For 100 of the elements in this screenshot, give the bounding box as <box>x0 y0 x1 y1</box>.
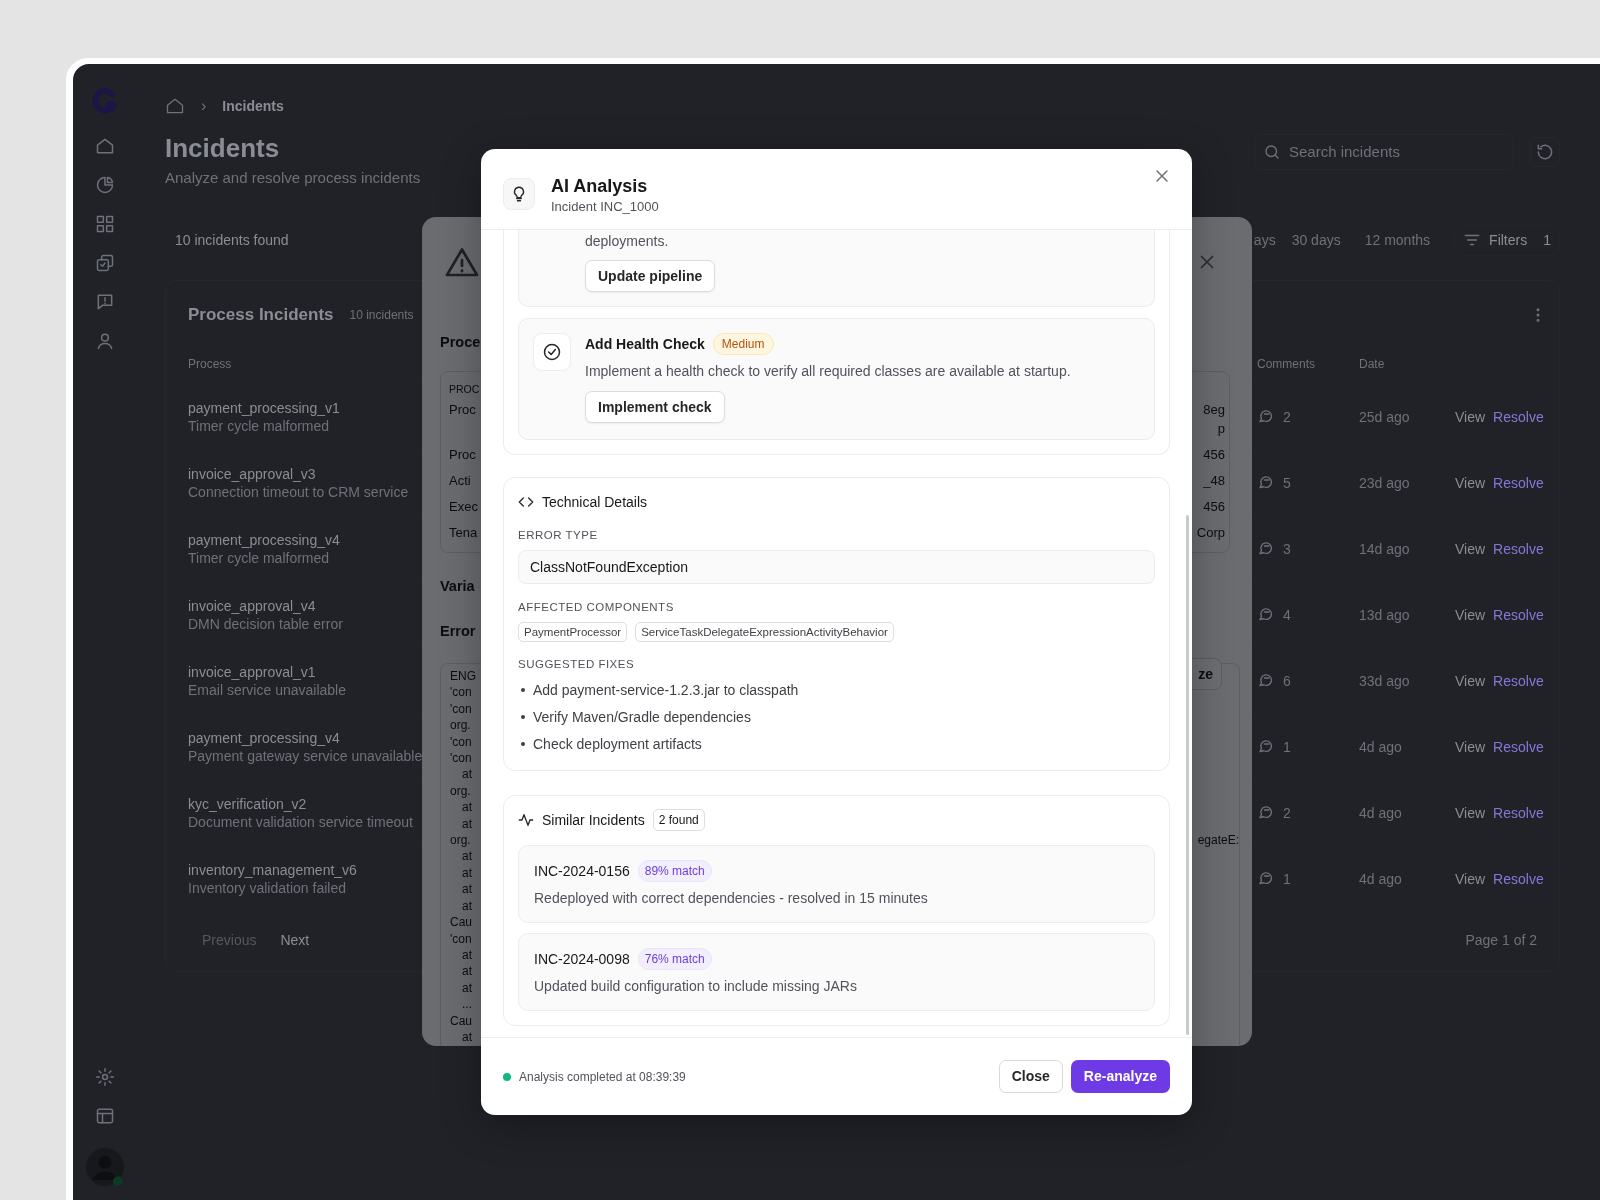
date-cell: 4d ago <box>1359 737 1402 756</box>
incident-id: INC-2024-0098 <box>534 949 630 969</box>
settings-icon[interactable] <box>95 1067 115 1087</box>
code-line: egateE: <box>1197 832 1239 849</box>
action-description: deployments. <box>585 232 670 251</box>
field-value: 456 <box>1203 498 1225 516</box>
priority-badge: Medium <box>712 333 774 355</box>
view-link[interactable]: View <box>1455 473 1486 492</box>
error-type-field: ClassNotFoundException <box>518 550 1155 584</box>
match-badge: 89% match <box>637 860 712 882</box>
suggested-fix: Add payment-service-1.2.3.jar to classpath <box>533 681 799 700</box>
search-field[interactable]: Search incidents <box>1254 134 1514 170</box>
home-icon[interactable] <box>95 136 115 156</box>
code-line: at <box>462 815 472 833</box>
boxes-icon[interactable] <box>95 253 115 273</box>
search-icon <box>1263 143 1281 161</box>
date-cell: 23d ago <box>1359 473 1410 492</box>
resolve-link[interactable]: Resolve <box>1493 671 1544 690</box>
process-name[interactable]: invoice_approval_v4 <box>188 596 316 615</box>
code-line: 'con <box>450 930 472 947</box>
page-info: Page 1 of 2 <box>1465 931 1538 949</box>
view-link[interactable]: View <box>1455 869 1486 888</box>
code-line: 'con <box>450 700 472 718</box>
field-label: Proc <box>449 446 476 464</box>
view-link[interactable]: View <box>1455 605 1486 624</box>
page-title: Incidents <box>165 133 280 164</box>
layout-icon[interactable] <box>95 1106 115 1126</box>
resolve-link[interactable]: Resolve <box>1493 407 1544 426</box>
field-value: 8eg <box>1203 401 1225 419</box>
user-icon[interactable] <box>95 331 115 351</box>
view-link[interactable]: View <box>1455 539 1486 558</box>
comment-count: 3 <box>1283 539 1291 558</box>
date-cell: 33d ago <box>1359 671 1410 690</box>
refresh-button[interactable] <box>1530 137 1560 167</box>
resolve-link[interactable]: Resolve <box>1493 869 1544 888</box>
process-name[interactable]: invoice_approval_v3 <box>188 464 316 483</box>
logo-icon <box>92 88 118 114</box>
status-text: Analysis completed at 08:39:39 <box>519 1068 686 1086</box>
pie-chart-icon[interactable] <box>95 175 115 195</box>
component-tag: PaymentProcessor <box>518 622 628 642</box>
resolve-link[interactable]: Resolve <box>1493 737 1544 756</box>
action-button[interactable]: Implement check <box>585 391 725 423</box>
breadcrumb-current[interactable]: Incidents <box>222 97 284 115</box>
field-label: SUGGESTED FIXES <box>518 657 636 672</box>
comment-count: 6 <box>1283 671 1291 690</box>
section-title: Proce <box>440 333 481 352</box>
section-heading: Technical Details <box>542 492 648 512</box>
error-message: Email service unavailable <box>188 680 346 699</box>
table-title: Process Incidents <box>188 304 334 327</box>
scrollbar-thumb[interactable] <box>1186 515 1189 1035</box>
action-button[interactable]: Update pipeline <box>585 260 716 292</box>
field-value: _48 <box>1203 472 1225 490</box>
bullet-icon <box>521 688 525 692</box>
view-link[interactable]: View <box>1455 803 1486 822</box>
time-range-option[interactable]: 12 months <box>1364 231 1431 249</box>
count-badge: 2 found <box>652 809 705 831</box>
time-range-option[interactable]: ays <box>1253 231 1276 249</box>
error-message: Connection timeout to CRM service <box>188 482 409 501</box>
resolve-link[interactable]: Resolve <box>1493 803 1544 822</box>
pulse-icon <box>518 812 534 828</box>
process-name[interactable]: payment_processing_v4 <box>188 728 340 747</box>
home-icon[interactable] <box>165 96 185 116</box>
comment-count: 1 <box>1283 869 1291 888</box>
grid-icon[interactable] <box>95 214 115 234</box>
next-button[interactable]: Next <box>280 931 310 949</box>
column-header: Comments <box>1257 356 1315 373</box>
similar-incident-card[interactable]: INC-2024-0098 76% match Updated build configuration to include missing JARs <box>518 933 1155 1011</box>
date-cell: 14d ago <box>1359 539 1410 558</box>
column-header: Process <box>188 356 232 373</box>
view-link[interactable]: View <box>1455 737 1486 756</box>
comment-count: 2 <box>1283 803 1291 822</box>
process-name[interactable]: invoice_approval_v1 <box>188 662 316 681</box>
resolve-link[interactable]: Resolve <box>1493 473 1544 492</box>
process-name[interactable]: inventory_management_v6 <box>188 860 357 879</box>
match-badge: 76% match <box>637 948 712 970</box>
code-line: at <box>462 881 472 898</box>
action-description: Implement a health check to verify all required classes are available at startup. <box>585 362 1071 381</box>
resolve-link[interactable]: Resolve <box>1493 605 1544 624</box>
suggested-fix: Verify Maven/Gradle dependencies <box>533 708 751 727</box>
process-name[interactable]: payment_processing_v1 <box>188 398 340 417</box>
field-label: ERROR TYPE <box>518 528 599 543</box>
similar-incident-card[interactable]: INC-2024-0156 89% match Redeployed with correct dependencies - resolved in 15 minutes <box>518 845 1155 923</box>
process-name[interactable]: kyc_verification_v2 <box>188 794 307 813</box>
refresh-icon <box>1535 142 1555 162</box>
time-range-option[interactable]: 30 days <box>1291 231 1341 249</box>
field-label: Exec <box>449 498 478 516</box>
reanalyze-button[interactable]: Re-analyze <box>1070 1060 1170 1093</box>
code-line: 'con <box>450 684 472 701</box>
view-link[interactable]: View <box>1455 407 1486 426</box>
comment-count: 5 <box>1283 473 1291 492</box>
component-tag: ServiceTaskDelegateExpressionActivityBehavior <box>635 622 894 642</box>
code-line: 'con <box>450 733 472 751</box>
date-cell: 25d ago <box>1359 407 1410 426</box>
alert-message-icon[interactable] <box>95 292 115 312</box>
bullet-icon <box>521 715 525 719</box>
close-button[interactable]: Close <box>998 1060 1063 1093</box>
bullet-icon <box>521 742 525 746</box>
process-name[interactable]: payment_processing_v4 <box>188 530 340 549</box>
resolve-link[interactable]: Resolve <box>1493 539 1544 558</box>
view-link[interactable]: View <box>1455 671 1486 690</box>
